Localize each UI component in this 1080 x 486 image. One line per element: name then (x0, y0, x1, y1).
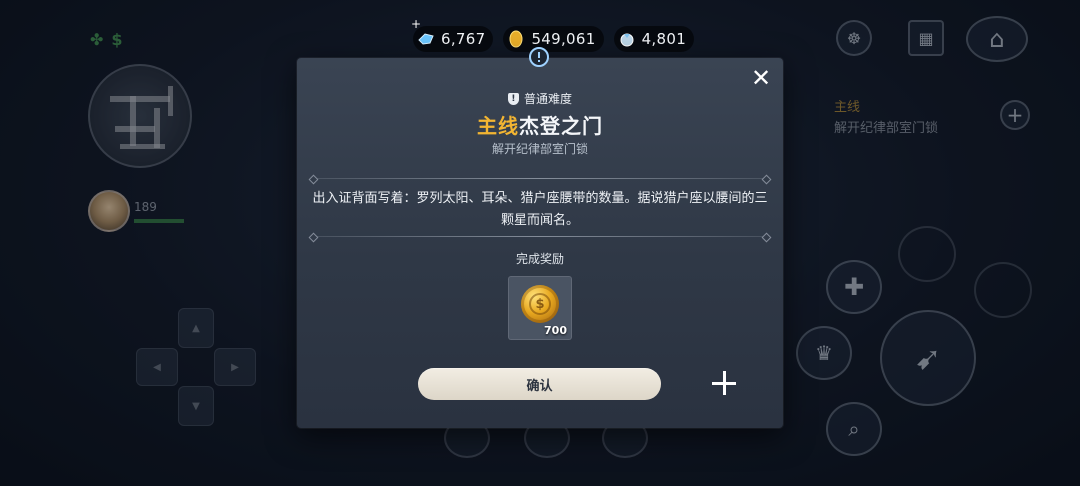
shield-icon: ! (507, 92, 519, 105)
divider-bottom (313, 236, 767, 237)
confirm-button[interactable]: 确认 (418, 368, 661, 400)
add-button[interactable] (709, 368, 739, 398)
quest-name: 杰登之门 (519, 114, 603, 138)
reward-label: 完成奖励 (515, 252, 564, 266)
location-pin-icon (528, 46, 550, 72)
gold-coin-icon: $ (521, 285, 559, 323)
currency-bar: 6,767 549,061 4,801 (413, 26, 695, 52)
quest-type: 主线 (477, 114, 519, 138)
crystal-icon (418, 33, 434, 45)
gold-coin-icon (509, 30, 523, 48)
currency-crystal[interactable]: 6,767 (413, 26, 494, 52)
difficulty-text: 普通难度 (523, 92, 572, 106)
gem-pouch-icon (620, 33, 634, 47)
currency-gold[interactable]: 549,061 (503, 26, 604, 52)
divider-top (313, 178, 767, 179)
reward-quantity: 700 (544, 324, 567, 337)
currency-crystal-value: 6,767 (441, 30, 486, 48)
close-button[interactable]: ✕ (749, 66, 773, 90)
quest-subtitle: 解开纪律部室门锁 (491, 142, 588, 156)
quest-title: 主线杰登之门 (297, 110, 783, 139)
currency-gem[interactable]: 4,801 (613, 26, 695, 52)
quest-dialog: ✕ ! 普通难度 主线杰登之门 解开纪律部室门锁 出入证背面写着：罗列太阳、耳朵… (297, 58, 783, 428)
close-icon: ✕ (750, 64, 772, 92)
difficulty-label: ! 普通难度 (297, 90, 783, 107)
quest-description: 出入证背面写着：罗列太阳、耳朵、猎户座腰带的数量。据说猎户座以腰间的三颗星而闻名… (312, 191, 768, 228)
reward-item[interactable]: $ 700 (508, 276, 572, 340)
currency-gem-value: 4,801 (641, 30, 687, 48)
